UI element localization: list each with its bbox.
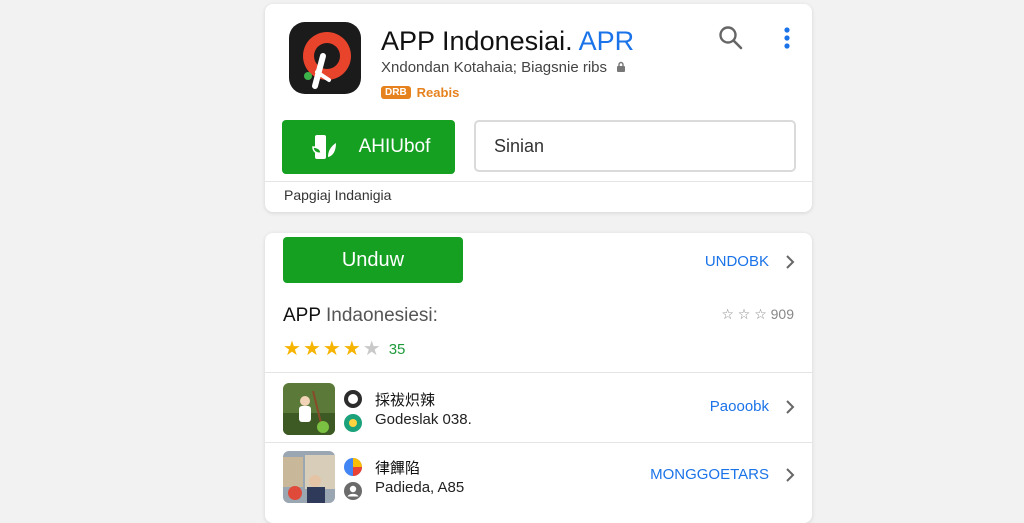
download-link-text: UNDOBK: [704, 253, 769, 270]
app-icon[interactable]: [289, 22, 361, 94]
lock-icon: [617, 61, 626, 72]
row-link-text: Paooobk: [709, 398, 769, 415]
install-label: AHIUbof: [358, 136, 431, 157]
game-icon: [344, 390, 362, 408]
download-link[interactable]: UNDOBK: [705, 253, 795, 270]
top-footer-text: Papgiaj Indanigia: [284, 187, 392, 203]
mini-icons: [343, 457, 363, 501]
secondary-label: Sinian: [494, 135, 545, 156]
mini-icons: [343, 389, 363, 433]
chevron-right-icon: [786, 467, 795, 482]
row-title: 採祓炽辣: [375, 392, 436, 409]
app-details-card: Unduw UNDOBK APP Indaonesiesi: ☆ ☆ ☆ 909…: [265, 233, 812, 523]
chevron-right-icon: [786, 254, 795, 269]
user-icon: [344, 482, 362, 500]
star-icon: ★: [342, 338, 361, 360]
list-item[interactable]: 律饆陷 Padieda, A85 MONGGOETARS: [265, 443, 812, 509]
developer-text: Xndondan Kotahaia; Biagsnie ribs: [381, 59, 607, 76]
star-icon: ★: [283, 338, 301, 360]
star-icon: ★: [322, 338, 341, 360]
divider: [265, 181, 812, 182]
app-title: APP Indonesiai. APR: [381, 26, 634, 57]
app-title-accent: APR: [578, 26, 635, 56]
search-icon: [719, 26, 743, 50]
more-options-button[interactable]: [779, 24, 795, 54]
row-link[interactable]: MONGGOETARS: [650, 466, 795, 483]
download-button[interactable]: Unduw: [283, 237, 463, 283]
category-icon: [344, 414, 362, 432]
rating-count: 35: [388, 340, 406, 358]
download-label: Unduw: [341, 248, 405, 271]
list-item[interactable]: 採祓炽辣 Godeslak 038. Paooobk: [265, 375, 812, 441]
row-link[interactable]: Paooobk: [710, 398, 795, 415]
rating-summary: ☆ ☆ ☆ 909: [721, 306, 794, 322]
thumbnail-image: [283, 383, 335, 435]
chevron-right-icon: [786, 399, 795, 414]
star-icon: ★: [302, 338, 321, 360]
row-link-text: MONGGOETARS: [650, 466, 769, 483]
app-name: APP Indaonesiesi:: [283, 305, 438, 327]
row-subtitle: Godeslak 038.: [375, 411, 472, 428]
app-name-main: APP: [283, 305, 321, 326]
star-rating: ★ ★ ★ ★ ★ 35: [283, 339, 405, 359]
content-rating-badge: DRB: [381, 85, 411, 99]
row-subtitle: Padieda, A85: [375, 479, 465, 496]
content-rating-text: Reabis: [416, 84, 460, 100]
colorful-icon: [344, 458, 362, 476]
row-title: 律饆陷: [375, 460, 421, 477]
more-vert-icon: [784, 27, 790, 49]
install-icon: [311, 135, 336, 159]
thumbnail-image: [283, 451, 335, 503]
app-title-main: APP Indonesiai.: [381, 26, 573, 56]
app-header-card: APP Indonesiai. APR Xndondan Kotahaia; B…: [265, 4, 812, 212]
secondary-button[interactable]: Sinian: [474, 120, 796, 172]
install-button[interactable]: AHIUbof: [282, 120, 455, 174]
divider: [265, 372, 812, 373]
developer-line[interactable]: Xndondan Kotahaia; Biagsnie ribs: [381, 59, 627, 76]
search-button[interactable]: [717, 24, 745, 52]
star-icon: ★: [362, 338, 381, 360]
app-name-rest: Indaonesiesi:: [325, 305, 438, 326]
badge-row: DRB Reabis: [381, 84, 459, 100]
